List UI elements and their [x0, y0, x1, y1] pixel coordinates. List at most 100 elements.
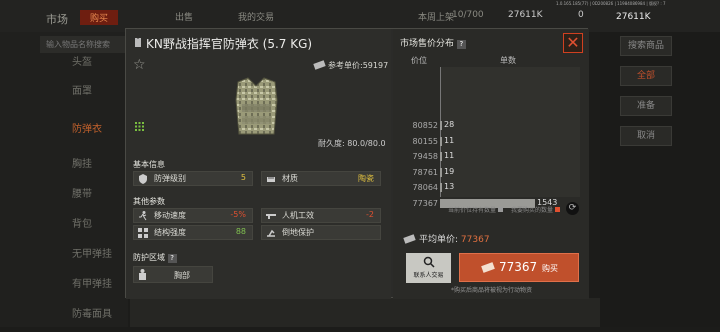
stat-label: 防弹级别: [154, 174, 186, 183]
legend-shelf-label: 我要购买的数量: [511, 207, 554, 214]
shield-icon: [139, 174, 147, 184]
reference-price: 参考单价:59197: [313, 60, 389, 71]
ref-price-label: 参考单价:: [328, 61, 363, 70]
durability: 耐久度: 80.0/80.0: [318, 138, 386, 149]
contact-trade-button[interactable]: 联系人交易: [406, 253, 451, 283]
price-bar: [440, 183, 442, 192]
torso-icon: [139, 269, 146, 280]
tab-sell[interactable]: 出售: [175, 10, 193, 23]
price-bar: [440, 152, 442, 161]
buy-button[interactable]: 77367 购买: [459, 253, 579, 282]
legend-mine-swatch: [498, 207, 504, 212]
banknote-icon: [403, 234, 416, 244]
tab-my-trades[interactable]: 我的交易: [238, 10, 274, 23]
armor-vest-image: [235, 77, 278, 135]
price-tick-label: 80155: [412, 136, 438, 146]
avg-price-value: 77367: [460, 235, 490, 245]
stat-label: 移动速度: [154, 211, 186, 220]
filter-ready-button[interactable]: 准备: [620, 96, 672, 116]
stat-structure: 结构强度 88: [133, 225, 253, 240]
durability-label: 耐久度:: [318, 139, 345, 148]
legend-shelf-swatch: [555, 207, 561, 212]
sidebar-item[interactable]: 无甲弹挂: [0, 238, 128, 272]
price-tick-label: 79458: [412, 152, 438, 161]
protect-area-label: 胸部: [174, 271, 190, 280]
durability-value: 80.0/80.0: [347, 139, 386, 148]
weekly-limit-value: 10/700: [452, 10, 484, 20]
stat-move-speed: 移动速度 -5%: [133, 208, 253, 223]
stat-value: -5%: [230, 210, 246, 219]
filter-cancel-button[interactable]: 取消: [620, 126, 672, 146]
protect-title-text: 防护区域: [133, 253, 165, 262]
average-price: 平均单价: 77367: [403, 232, 490, 245]
item-title-text: KN野战指挥官防弹衣 (5.7 KG): [146, 37, 313, 51]
col-price: 价位: [411, 56, 427, 65]
material-icon: [267, 177, 275, 182]
help-icon[interactable]: ?: [456, 40, 466, 49]
structure-icon: [138, 228, 148, 238]
tab-buy[interactable]: 购买: [80, 10, 119, 25]
other-params-title: 其他参数: [133, 197, 165, 206]
currency-display: 27611K: [508, 10, 543, 20]
grid-size-icon: [135, 122, 144, 131]
col-count: 单数: [500, 56, 516, 65]
search-icon: [423, 256, 435, 268]
armor-icon: [135, 38, 141, 47]
buy-price: 77367: [499, 260, 538, 274]
currency-main: 27611K: [616, 12, 651, 22]
favorite-star-icon[interactable]: ☆: [133, 57, 146, 73]
stat-fall-protection: 倒地保护: [261, 225, 381, 240]
price-distribution-chart: [440, 67, 580, 197]
sidebar-item[interactable]: 面罩: [0, 75, 128, 109]
stat-label: 材质: [282, 174, 298, 183]
price-bar: [440, 136, 442, 146]
price-tick-label: 77367: [412, 198, 438, 208]
ref-price-value: 59197: [362, 61, 389, 70]
sidebar-item[interactable]: 背包: [0, 208, 128, 242]
order-count-label: 28: [444, 120, 455, 129]
stat-armor-class: 防弹级别 5: [133, 171, 253, 186]
banknote-icon: [313, 60, 326, 70]
item-info-panel: KN野战指挥官防弹衣 (5.7 KG) ☆ 参考单价:59197 耐久度: 80…: [126, 29, 391, 299]
bottom-strip: [130, 298, 600, 327]
running-icon: [139, 211, 147, 221]
protect-area-title: 防护区域 ?: [133, 252, 177, 263]
item-detail-modal: KN野战指挥官防弹衣 (5.7 KG) ☆ 参考单价:59197 耐久度: 80…: [125, 28, 589, 299]
price-tick-label: 80852: [412, 121, 438, 130]
banknote-icon: [481, 262, 495, 273]
contact-trade-label: 联系人交易: [413, 272, 444, 279]
sidebar-item-active[interactable]: 防弹衣: [0, 113, 128, 147]
help-icon[interactable]: ?: [167, 254, 177, 263]
order-count-label: 11: [444, 135, 455, 145]
stat-material: 材质 陶瓷: [261, 171, 381, 186]
market-title-text: 市场售价分布: [400, 39, 455, 49]
stat-label: 结构强度: [154, 228, 186, 237]
sidebar-item[interactable]: 腰带: [0, 178, 128, 212]
search-goods-button[interactable]: 搜索商品: [620, 36, 672, 56]
protect-area-chest: 胸部: [133, 266, 213, 283]
badge-count: 0: [578, 10, 584, 20]
buy-label: 购买: [542, 264, 558, 273]
market-panel: 市场售价分布 ? ✕ 价位 单数 80852 28 80155 11 79458 11 78…: [393, 29, 589, 299]
legend-shelf: 我要购买的数量: [511, 205, 561, 214]
order-count-label: 13: [444, 182, 455, 191]
basic-info-title: 基本信息: [133, 160, 165, 169]
legend-mine: 当前价位持有数量: [448, 205, 504, 214]
filter-all-button[interactable]: 全部: [620, 66, 672, 86]
close-button[interactable]: ✕: [563, 33, 583, 53]
legend-mine-label: 当前价位持有数量: [448, 207, 497, 214]
stat-label: 人机工效: [282, 211, 314, 220]
stat-value: 5: [240, 173, 246, 182]
item-title: KN野战指挥官防弹衣 (5.7 KG): [133, 35, 312, 52]
weekly-limit-label: 本周上架: [418, 13, 455, 23]
stat-label: 倒地保护: [282, 228, 314, 237]
gun-icon: [266, 214, 276, 219]
sidebar-item[interactable]: 有甲弹挂: [0, 268, 128, 302]
stat-value: 陶瓷: [358, 174, 374, 183]
refresh-icon[interactable]: ⟳: [566, 202, 579, 215]
sidebar-item[interactable]: 胸挂: [0, 148, 128, 182]
avg-price-label: 平均单价:: [419, 235, 459, 245]
price-bar: [440, 121, 442, 130]
stat-value: -2: [366, 210, 374, 219]
order-count-label: 11: [444, 151, 455, 160]
